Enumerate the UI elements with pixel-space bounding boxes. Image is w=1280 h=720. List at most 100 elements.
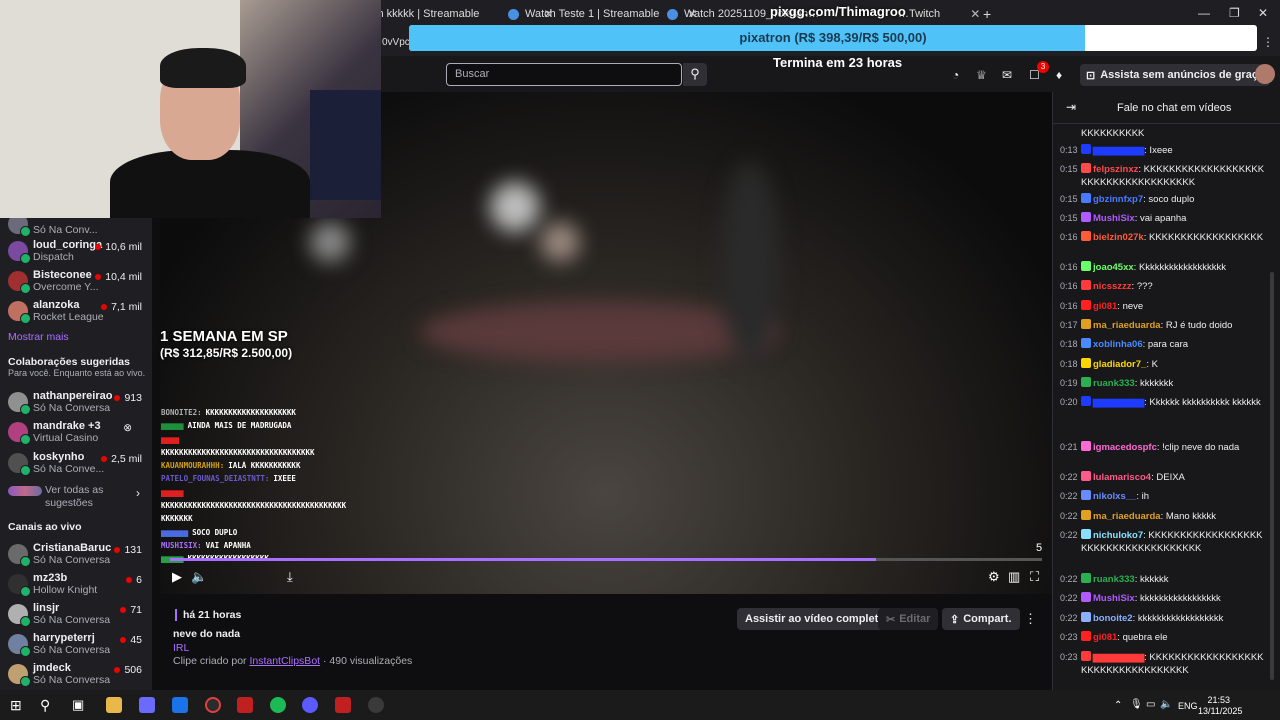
microphone-icon[interactable]: 🎙 (1130, 699, 1143, 710)
suggested-channel[interactable]: mandrake +3 Virtual Casino ⊗ (8, 420, 150, 448)
chat-username[interactable]: gi081 (1093, 632, 1117, 643)
chat-username[interactable]: nicsszzz (1093, 281, 1132, 292)
drops-icon[interactable]: ♦ (1056, 68, 1062, 82)
chevron-up-icon[interactable]: ⌃ (1114, 700, 1122, 711)
chat-username[interactable]: ▆▆▆▆▆▆▆ (1093, 652, 1144, 663)
spotify-icon[interactable] (270, 697, 286, 713)
live-channel[interactable]: linsjr Só Na Conversa 71 (8, 602, 150, 630)
avatar (8, 664, 31, 687)
suggested-channel[interactable]: nathanpereirao Só Na Conversa 913 (8, 390, 150, 418)
video-progress-bar[interactable] (170, 558, 1042, 561)
more-options-icon[interactable]: ⋮ (1024, 611, 1037, 627)
overlay-chat-line: KKKKKKKKKKKKKKKKKKKKKKKKKKKKKKKKKKKKKKKK… (161, 501, 347, 511)
volume-icon[interactable]: 🔈 (191, 569, 207, 585)
live-channel[interactable]: jmdeck Só Na Conversa 506 (8, 662, 150, 690)
viewer-count: 45 (120, 634, 142, 646)
new-tab-button[interactable]: + (983, 4, 991, 24)
outlook-icon[interactable] (172, 697, 188, 713)
chat-username[interactable]: ▆▆▆▆▆▆▆ (1093, 397, 1144, 408)
chat-scrollbar[interactable] (1270, 272, 1274, 680)
file-explorer-icon[interactable] (106, 697, 122, 713)
bits-icon[interactable]: ◔ (952, 68, 959, 82)
crown-icon[interactable]: ♕ (976, 68, 987, 82)
search-icon[interactable]: ⚲ (40, 697, 56, 713)
browser-menu-icon[interactable]: ⋮ (1262, 35, 1274, 49)
discord-icon[interactable] (302, 697, 318, 713)
search-icon[interactable]: ⚲ (683, 63, 707, 86)
suggested-channel[interactable]: koskynho Só Na Conve... 2,5 mil (8, 451, 150, 479)
watch-full-video-button[interactable]: Assistir ao vídeo completo (737, 608, 893, 630)
app-icon[interactable] (335, 697, 351, 713)
close-window-icon[interactable]: ✕ (1258, 6, 1268, 20)
chat-badge-icon (1081, 280, 1091, 290)
live-channel[interactable]: CristianaBaruc Só Na Conversa 131 (8, 542, 150, 570)
show-more-link[interactable]: Mostrar mais (8, 331, 69, 343)
collapse-chat-icon[interactable]: ⇥ (1066, 100, 1076, 114)
chrome-icon[interactable] (205, 697, 221, 713)
clip-creator-link[interactable]: InstantClipsBot (249, 655, 320, 667)
chat-username[interactable]: MushiSix (1093, 593, 1135, 604)
windows-taskbar (0, 690, 1280, 720)
chat-username[interactable]: gladiador7_ (1093, 359, 1146, 370)
close-icon[interactable]: ✕ (970, 7, 980, 21)
speaker-icon[interactable]: 🔈 (1160, 699, 1172, 710)
see-all-suggestions[interactable]: Ver todas as sugestões › (8, 484, 148, 510)
chat-username[interactable]: xoblinha06 (1093, 339, 1143, 350)
chat-username[interactable]: ma_riaeduarda (1093, 511, 1161, 522)
play-icon[interactable]: ▶ (172, 569, 182, 585)
theatre-mode-icon[interactable]: ▥ (1008, 569, 1020, 585)
clip-credit: Clipe criado por InstantClipsBot · 490 v… (173, 655, 413, 667)
chat-username[interactable]: gi081 (1093, 301, 1117, 312)
chat-badge-icon (1081, 338, 1091, 348)
chat-text: : DEIXA (1151, 472, 1185, 483)
channel-game: Overcome Y... (33, 281, 99, 293)
task-view-icon[interactable]: ▣ (72, 697, 88, 713)
obs-icon[interactable] (368, 697, 384, 713)
chat-username[interactable]: igmacedospfc (1093, 442, 1157, 453)
chat-username[interactable]: ruank333 (1093, 574, 1135, 585)
clip-category-link[interactable]: IRL (173, 642, 189, 654)
chat-username[interactable]: nichuloko7 (1093, 530, 1143, 541)
chat-username[interactable]: lulamarisco4 (1093, 472, 1151, 483)
chat-username[interactable]: joao45xx (1093, 262, 1134, 273)
browser-tab[interactable]: …Twitch ✕ (898, 4, 980, 24)
chat-username[interactable]: ruank333 (1093, 378, 1135, 389)
app-icon[interactable] (237, 697, 253, 713)
maximize-icon[interactable]: ❐ (1229, 6, 1240, 20)
taskbar-clock[interactable]: 21:53 13/11/2025 (1198, 695, 1242, 717)
fullscreen-icon[interactable]: ⛶ (1030, 569, 1039, 585)
chat-text: : kkkkkkk (1134, 378, 1174, 389)
language-indicator[interactable]: ENG (1178, 701, 1198, 711)
viewer-count: 10,6 mil (95, 241, 142, 253)
windows-start-icon[interactable]: ⊞ (10, 697, 26, 713)
chat-username[interactable]: MushiSix (1093, 213, 1135, 224)
sidebar-channel[interactable]: Bisteconee Overcome Y... 10,4 mil (8, 269, 150, 297)
channel-game: Só Na Conversa (33, 674, 111, 686)
user-avatar[interactable] (1255, 64, 1275, 84)
network-icon[interactable]: ▭ (1146, 699, 1155, 710)
calculator-icon[interactable] (139, 697, 155, 713)
edit-button[interactable]: ✂ Editar (878, 608, 939, 630)
search-input[interactable]: Buscar (446, 63, 682, 86)
chat-username[interactable]: gbzinnfxp7 (1093, 194, 1143, 205)
chat-username[interactable]: ▆▆▆▆▆▆▆ (1093, 145, 1144, 156)
inbox-icon[interactable]: ✉ (1002, 68, 1012, 82)
chat-badge-icon (1081, 631, 1091, 641)
overlay-chat-line: KAUANMOURAHHH: IALÁ KKKKKKKKKKK (161, 461, 301, 471)
sidebar-channel[interactable]: alanzoka Rocket League 7,1 mil (8, 299, 150, 327)
live-channel[interactable]: harrypeterrj Só Na Conversa 45 (8, 632, 150, 660)
live-channel[interactable]: mz23b Hollow Knight 6 (8, 572, 150, 600)
chat-username[interactable]: bonoite2 (1093, 613, 1133, 624)
chat-username[interactable]: bielzin027k (1093, 232, 1144, 243)
sidebar-channel[interactable]: loud_coringa Dispatch 10,6 mil (8, 239, 150, 267)
chat-username[interactable]: nikolxs__ (1093, 491, 1136, 502)
chat-username[interactable]: felpszinxz (1093, 164, 1138, 175)
minimize-icon[interactable]: — (1198, 6, 1210, 20)
chat-username[interactable]: ma_riaeduarda (1093, 320, 1161, 331)
overlay-chat-line: ▆▆▆▆▆ AINDA MAIS DE MADRUGADA (161, 421, 292, 431)
settings-icon[interactable]: ⚙ (988, 569, 1000, 585)
ad-free-button[interactable]: ⊡ Assista sem anúncios de graça (1080, 64, 1271, 86)
share-button[interactable]: ⇪ Compart. (942, 608, 1020, 630)
download-icon[interactable]: ⤓ (287, 569, 293, 585)
chat-timestamp: 0:22 (1060, 472, 1078, 482)
